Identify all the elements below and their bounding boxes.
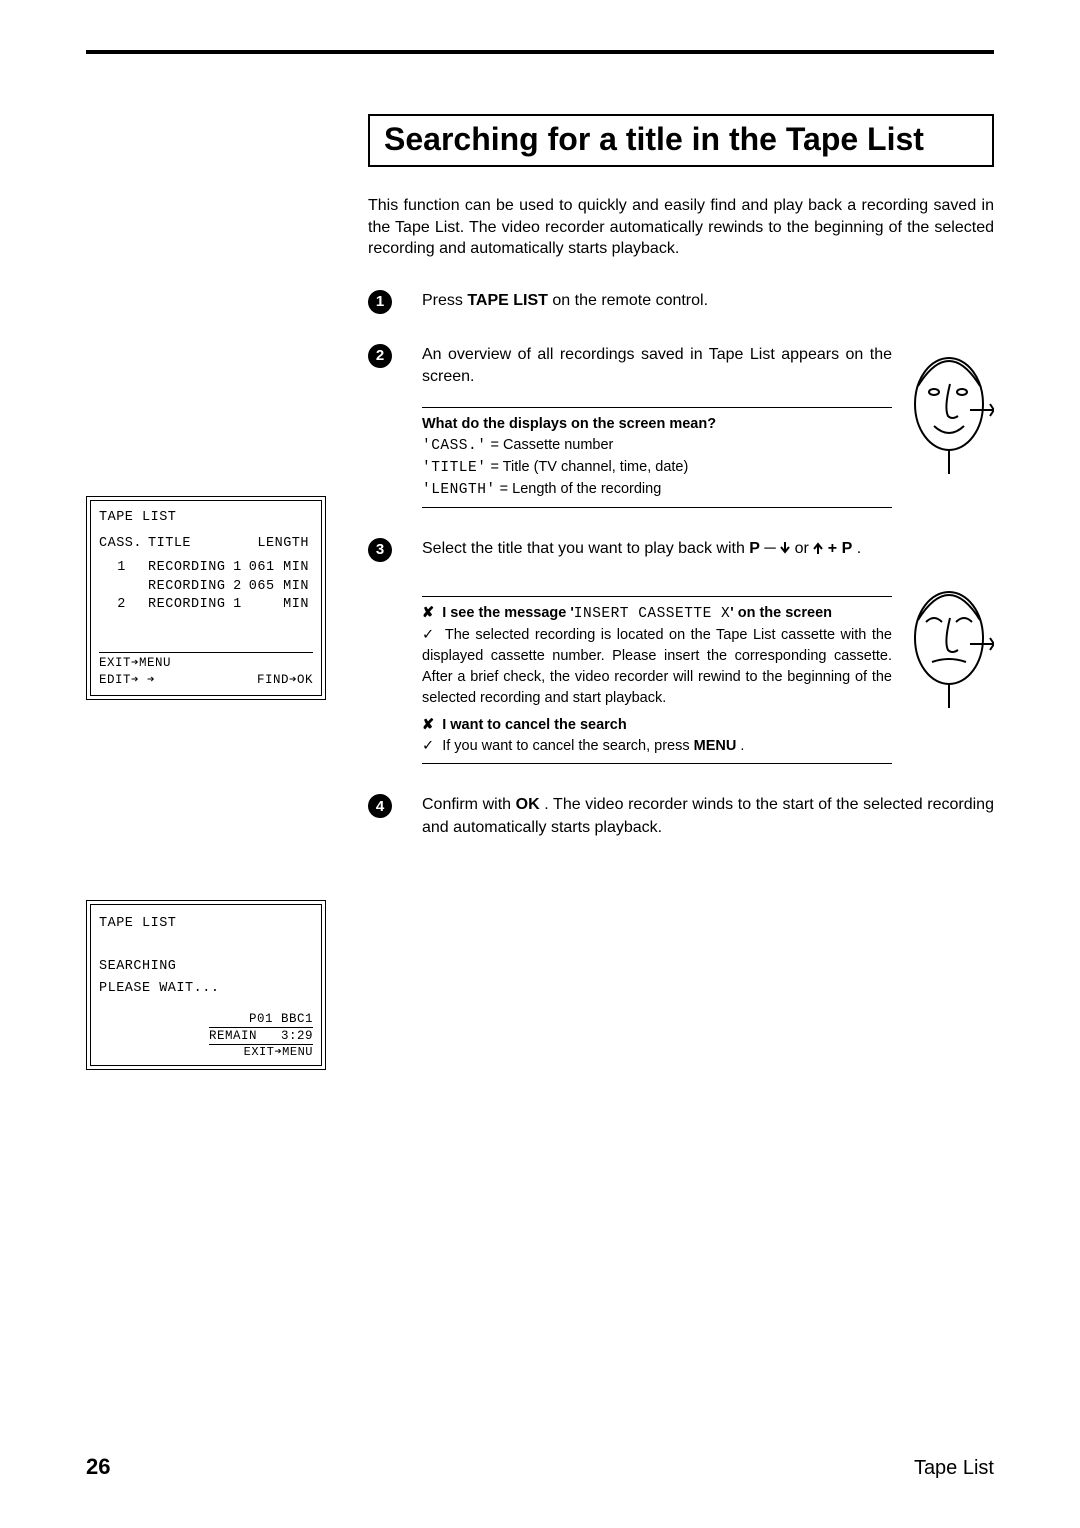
check-icon: ✓ bbox=[422, 738, 434, 754]
tip2-question: I want to cancel the search bbox=[442, 717, 627, 733]
step3-mid: or bbox=[795, 540, 814, 557]
step-1: 1 Press TAPE LIST on the remote control. bbox=[368, 290, 994, 314]
button-ok: OK bbox=[516, 796, 540, 813]
table-row: RECORDING 2 065 MIN bbox=[99, 578, 313, 596]
page-number: 26 bbox=[86, 1454, 110, 1480]
table-row: 1 RECORDING 1 061 MIN bbox=[99, 559, 313, 577]
page-footer: 26 Tape List bbox=[86, 1454, 994, 1480]
footer-section: Tape List bbox=[914, 1457, 994, 1480]
step-bullet: 1 bbox=[368, 290, 392, 314]
step2-text: An overview of all recordings saved in T… bbox=[422, 344, 892, 389]
osd2-wait: PLEASE WAIT... bbox=[99, 978, 313, 1000]
check-icon: ✓ bbox=[422, 627, 436, 643]
section-title: Searching for a title in the Tape List bbox=[368, 114, 994, 167]
osd-tape-list: TAPE LIST CASS. TITLE LENGTH 1 RECORDING… bbox=[86, 496, 326, 700]
osd1-edit: EDIT➔ ➔ bbox=[99, 672, 171, 689]
button-p-down: P ─ bbox=[749, 540, 790, 557]
step-4: 4 Confirm with OK . The video recorder w… bbox=[368, 794, 994, 839]
left-column: TAPE LIST CASS. TITLE LENGTH 1 RECORDING… bbox=[86, 114, 356, 1070]
osd2-exit: EXIT➔MENU bbox=[209, 1045, 313, 1061]
osd1-h-length: LENGTH bbox=[246, 535, 313, 553]
table-row: 2 RECORDING 1 MIN bbox=[99, 596, 313, 614]
main-columns: TAPE LIST CASS. TITLE LENGTH 1 RECORDING… bbox=[86, 114, 994, 1070]
osd1-header-row: CASS. TITLE LENGTH bbox=[99, 535, 313, 553]
page: TAPE LIST CASS. TITLE LENGTH 1 RECORDING… bbox=[0, 0, 1080, 1528]
x-icon: ✘ bbox=[422, 717, 434, 733]
step-2: 2 An overview of all recordings saved in… bbox=[368, 344, 994, 508]
step-bullet: 4 bbox=[368, 794, 392, 818]
button-p-up: + P bbox=[813, 540, 852, 557]
arrow-up-icon bbox=[813, 542, 823, 554]
top-rule bbox=[86, 50, 994, 54]
osd1-h-title: TITLE bbox=[148, 535, 233, 553]
step4-pre: Confirm with bbox=[422, 796, 516, 813]
osd2-remain-label: REMAIN bbox=[209, 1029, 257, 1043]
osd1-title: TAPE LIST bbox=[99, 509, 313, 527]
osd1-table: CASS. TITLE LENGTH 1 RECORDING 1 061 MIN bbox=[99, 535, 313, 614]
step1-pre: Press bbox=[422, 292, 467, 309]
step3-post: . bbox=[857, 540, 861, 557]
step3-pre: Select the title that you want to play b… bbox=[422, 540, 749, 557]
osd1-h-cass: CASS. bbox=[99, 535, 148, 553]
step-bullet: 2 bbox=[368, 344, 392, 368]
right-column: Searching for a title in the Tape List T… bbox=[368, 114, 994, 869]
osd2-searching: SEARCHING bbox=[99, 956, 313, 978]
osd2-channel: P01 BBC1 bbox=[209, 1011, 313, 1027]
step2-infobox: What do the displays on the screen mean?… bbox=[422, 407, 892, 508]
osd2-remain-value: 3:29 bbox=[281, 1029, 313, 1043]
face-icon bbox=[904, 578, 994, 708]
osd1-find: FIND➔OK bbox=[257, 672, 313, 689]
osd2-title: TAPE LIST bbox=[99, 913, 313, 935]
tip1-answer: The selected recording is located on the… bbox=[422, 627, 892, 706]
arrow-down-icon bbox=[780, 542, 790, 554]
button-tape-list: TAPE LIST bbox=[467, 292, 548, 309]
osd1-exit: EXIT➔MENU bbox=[99, 655, 171, 672]
face-illustration bbox=[904, 344, 994, 474]
infobox-question: What do the displays on the screen mean? bbox=[422, 414, 892, 435]
button-menu: MENU bbox=[694, 738, 737, 754]
face-illustration bbox=[904, 578, 994, 708]
osd-searching: TAPE LIST SEARCHING PLEASE WAIT... P01 B… bbox=[86, 900, 326, 1070]
step1-post: on the remote control. bbox=[552, 292, 708, 309]
face-icon bbox=[904, 344, 994, 474]
step3-tips: ✘ I see the message 'INSERT CASSETTE X' … bbox=[422, 596, 892, 764]
x-icon: ✘ bbox=[422, 605, 434, 621]
step-bullet: 3 bbox=[368, 538, 392, 562]
intro-text: This function can be used to quickly and… bbox=[368, 195, 994, 260]
step-3: 3 Select the title that you want to play… bbox=[368, 538, 994, 765]
